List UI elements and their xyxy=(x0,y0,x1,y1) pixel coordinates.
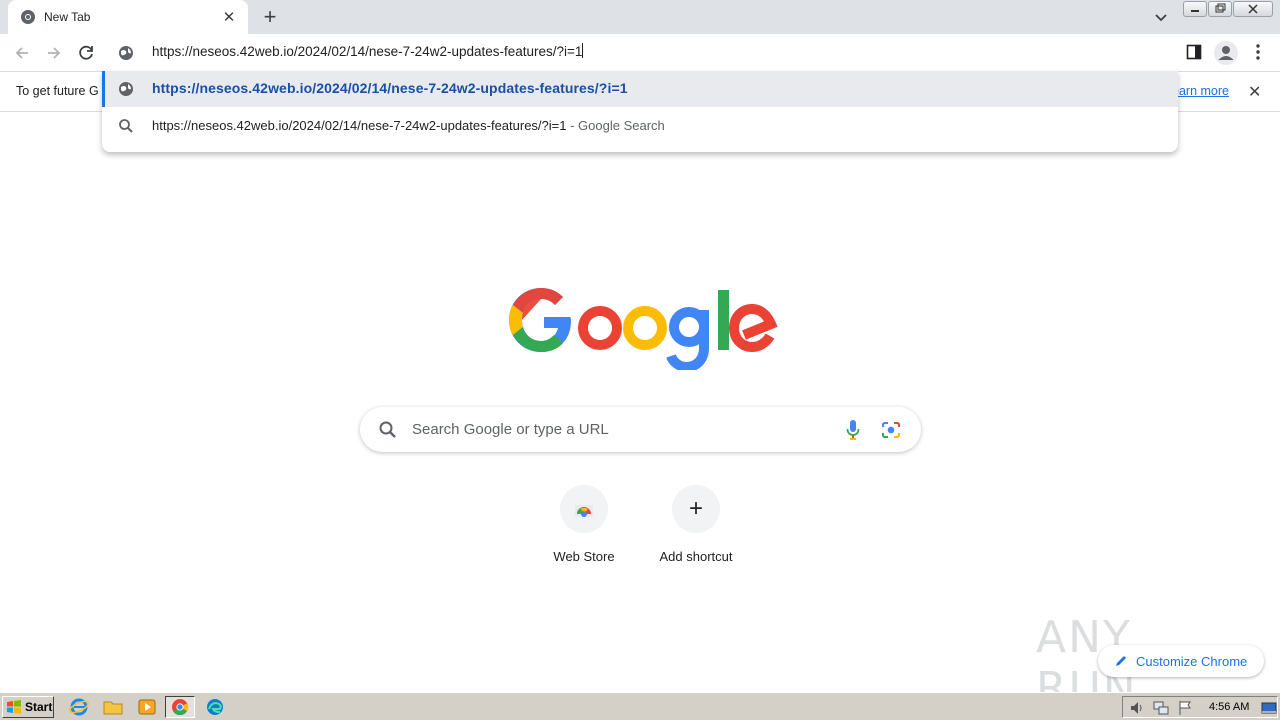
suggestion-url[interactable]: https://neseos.42web.io/2024/02/14/nese-… xyxy=(102,71,1178,107)
reload-icon[interactable] xyxy=(73,40,99,66)
taskbar-chrome-button[interactable] xyxy=(165,696,195,718)
new-tab-button[interactable]: + xyxy=(256,4,284,30)
omnibox-input[interactable]: https://neseos.42web.io/2024/02/14/nese-… xyxy=(152,43,584,59)
globe-icon xyxy=(119,82,133,96)
omnibox[interactable]: https://neseos.42web.io/2024/02/14/nese-… xyxy=(102,35,1178,71)
search-icon xyxy=(119,119,133,133)
flag-icon[interactable] xyxy=(1177,700,1193,716)
globe-icon xyxy=(119,46,133,60)
suggestion-suffix: - Google Search xyxy=(566,118,665,133)
close-icon xyxy=(1248,4,1258,14)
infobar-close-icon[interactable]: ✕ xyxy=(1248,82,1261,102)
internet-explorer-icon[interactable] xyxy=(68,697,90,717)
chrome-icon xyxy=(172,699,189,716)
close-window-button[interactable] xyxy=(1233,1,1273,17)
suggestion-search[interactable]: https://neseos.42web.io/2024/02/14/nese-… xyxy=(102,108,1178,144)
search-icon xyxy=(379,421,396,438)
google-lens-icon[interactable] xyxy=(881,420,901,440)
customize-chrome-button[interactable]: Customize Chrome xyxy=(1098,645,1264,677)
suggestion-query: https://neseos.42web.io/2024/02/14/nese-… xyxy=(152,118,567,133)
search-placeholder: Search Google or type a URL xyxy=(412,421,609,438)
shortcut-label: Add shortcut xyxy=(659,549,733,564)
minimize-button[interactable] xyxy=(1183,1,1207,17)
learn-more-link[interactable]: earn more xyxy=(1172,84,1229,98)
show-desktop-icon[interactable] xyxy=(1261,700,1277,716)
windows-logo-icon xyxy=(7,700,21,714)
tab-title: New Tab xyxy=(44,10,91,24)
shortcut-web-store[interactable]: Web Store xyxy=(528,485,640,575)
side-panel-icon[interactable] xyxy=(1186,44,1202,60)
start-label: Start xyxy=(25,700,53,714)
media-player-icon[interactable] xyxy=(136,697,158,717)
profile-avatar[interactable] xyxy=(1214,41,1238,65)
person-icon xyxy=(1218,46,1234,60)
network-icon[interactable] xyxy=(1153,700,1169,716)
tab-close-icon[interactable]: ✕ xyxy=(220,8,238,26)
chevron-down-icon[interactable] xyxy=(1150,6,1172,28)
edge-icon[interactable] xyxy=(204,697,226,717)
folder-icon[interactable] xyxy=(102,697,124,717)
restore-button[interactable] xyxy=(1208,1,1232,17)
clock: 4:56 AM xyxy=(1209,701,1250,713)
microphone-icon[interactable] xyxy=(846,419,860,441)
kebab-menu-icon[interactable] xyxy=(1250,42,1266,62)
back-icon[interactable] xyxy=(9,40,35,66)
shortcut-tile xyxy=(560,485,608,533)
shortcut-add[interactable]: + Add shortcut xyxy=(640,485,752,575)
system-tray: 4:56 AM xyxy=(1122,696,1278,718)
web-store-icon xyxy=(575,505,593,517)
customize-chrome-label: Customize Chrome xyxy=(1136,653,1248,669)
tab-new-tab[interactable]: New Tab ✕ xyxy=(8,0,248,34)
shortcut-tile: + xyxy=(672,485,720,533)
ntp-search-box[interactable]: Search Google or type a URL xyxy=(360,407,921,452)
omnibox-suggestions: https://neseos.42web.io/2024/02/14/nese-… xyxy=(102,71,1178,152)
chrome-icon xyxy=(21,10,35,24)
volume-icon[interactable] xyxy=(1129,700,1145,716)
forward-icon[interactable] xyxy=(41,40,67,66)
google-logo xyxy=(509,288,778,370)
restore-icon xyxy=(1215,3,1226,13)
text-caret xyxy=(582,43,584,58)
infobar-text: To get future G xyxy=(16,84,99,98)
suggestion-text: https://neseos.42web.io/2024/02/14/nese-… xyxy=(152,118,665,133)
tab-strip: New Tab ✕ + xyxy=(0,0,1280,34)
start-button[interactable]: Start xyxy=(2,696,54,718)
minimize-icon xyxy=(1191,10,1199,12)
omnibox-text: https://neseos.42web.io/2024/02/14/nese-… xyxy=(152,44,583,59)
taskbar: Start 4:56 AM xyxy=(0,692,1280,720)
pencil-icon xyxy=(1116,656,1126,666)
suggestion-text: https://neseos.42web.io/2024/02/14/nese-… xyxy=(152,80,628,96)
plus-icon: + xyxy=(688,495,703,522)
shortcut-label: Web Store xyxy=(553,549,615,564)
